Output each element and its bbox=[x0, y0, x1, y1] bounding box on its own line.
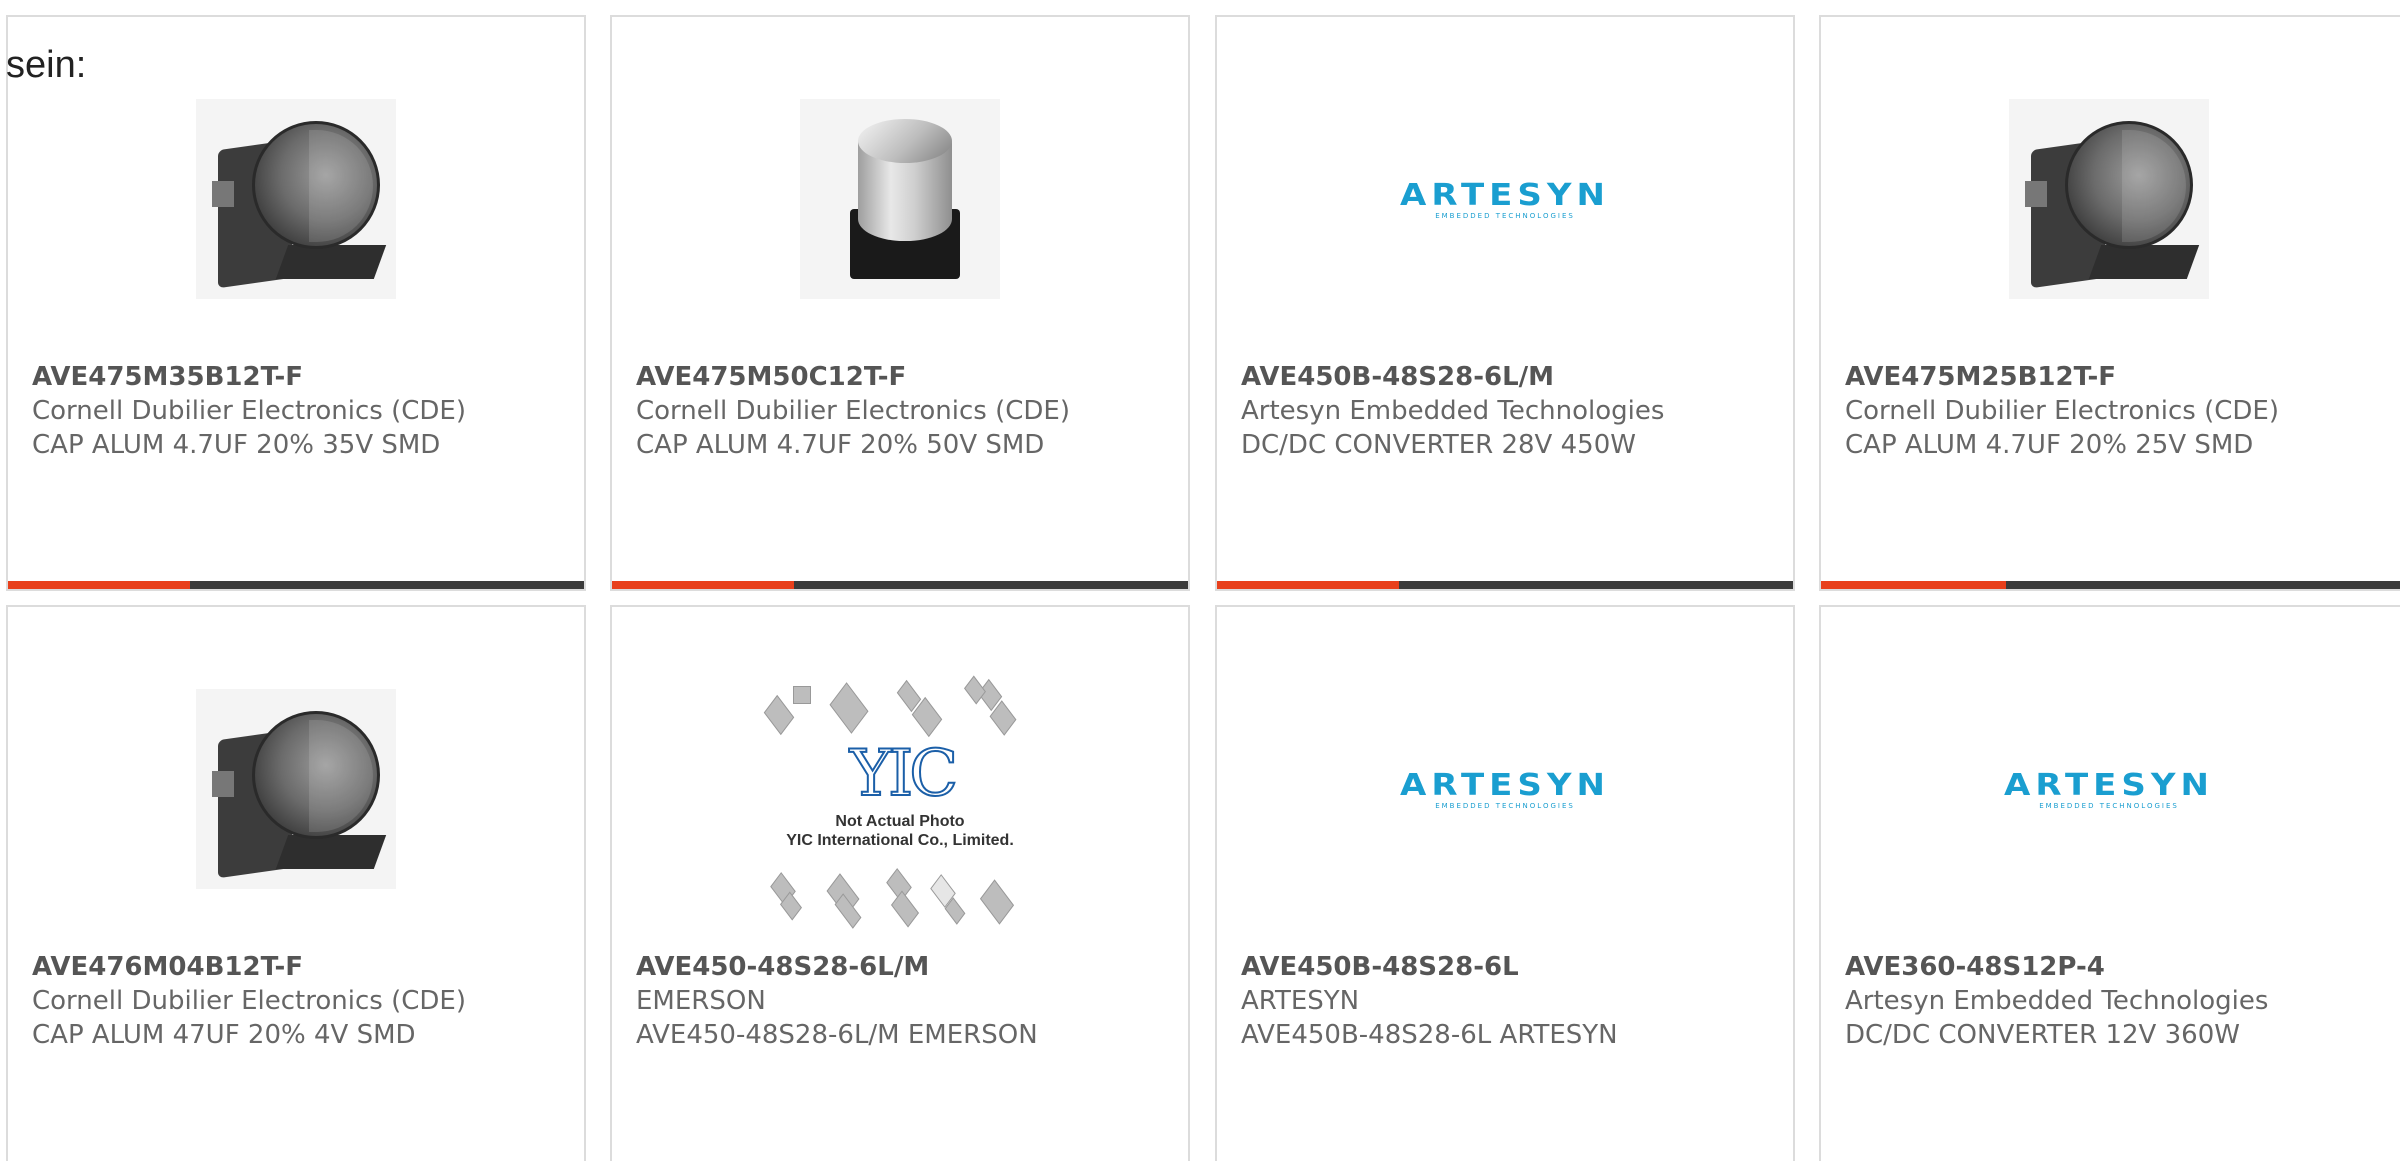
smd-capacitor-silver-image bbox=[800, 99, 1000, 299]
artesyn-logo: ARTESYN EMBEDDED TECHNOLOGIES bbox=[2004, 768, 2214, 810]
product-description: AVE450-48S28-6L/M EMERSON bbox=[636, 1020, 1038, 1050]
artesyn-logo-word: ARTESYN bbox=[1400, 767, 1610, 803]
product-card[interactable]: AVE476M04B12T-F Cornell Dubilier Electro… bbox=[6, 605, 586, 1161]
artesyn-logo: ARTESYN EMBEDDED TECHNOLOGIES bbox=[1400, 178, 1610, 220]
product-image[interactable] bbox=[1821, 79, 2397, 319]
product-card[interactable]: YIC Not Actual Photo YIC International C… bbox=[610, 605, 1190, 1161]
product-manufacturer: EMERSON bbox=[636, 986, 766, 1016]
product-image[interactable]: ARTESYN EMBEDDED TECHNOLOGIES bbox=[1217, 669, 1793, 909]
yic-placeholder-image: YIC Not Actual Photo YIC International C… bbox=[755, 675, 1045, 929]
card-progress-accent bbox=[612, 581, 795, 589]
artesyn-logo-tagline: EMBEDDED TECHNOLOGIES bbox=[1435, 802, 1575, 810]
card-progress-bar bbox=[612, 581, 1188, 589]
page: { "intro_text": "sein:", "colors": { "ac… bbox=[0, 0, 2400, 1161]
product-manufacturer: Cornell Dubilier Electronics (CDE) bbox=[32, 986, 466, 1016]
product-image[interactable]: YIC Not Actual Photo YIC International C… bbox=[612, 675, 1188, 929]
product-image[interactable] bbox=[612, 79, 1188, 319]
card-progress-accent bbox=[1217, 581, 1400, 589]
artesyn-logo: ARTESYN EMBEDDED TECHNOLOGIES bbox=[1400, 768, 1610, 810]
product-part-number[interactable]: AVE450B-48S28-6L/M bbox=[1241, 360, 1781, 394]
product-card[interactable]: AVE475M25B12T-F Cornell Dubilier Electro… bbox=[1819, 15, 2400, 591]
product-manufacturer: Cornell Dubilier Electronics (CDE) bbox=[636, 396, 1070, 426]
product-card[interactable]: AVE475M50C12T-F Cornell Dubilier Electro… bbox=[610, 15, 1190, 591]
product-manufacturer: ARTESYN bbox=[1241, 986, 1360, 1016]
placeholder-caption: Not Actual Photo bbox=[835, 813, 965, 830]
product-part-number[interactable]: AVE475M35B12T-F bbox=[32, 360, 572, 394]
product-manufacturer: Artesyn Embedded Technologies bbox=[1845, 986, 2269, 1016]
product-description: DC/DC CONVERTER 12V 360W bbox=[1845, 1020, 2240, 1050]
artesyn-logo-word: ARTESYN bbox=[2004, 767, 2214, 803]
product-image[interactable] bbox=[8, 79, 584, 319]
product-part-number[interactable]: AVE450-48S28-6L/M bbox=[636, 950, 1176, 984]
product-part-number[interactable]: AVE475M50C12T-F bbox=[636, 360, 1176, 394]
product-image[interactable]: ARTESYN EMBEDDED TECHNOLOGIES bbox=[1217, 79, 1793, 319]
product-image[interactable]: ARTESYN EMBEDDED TECHNOLOGIES bbox=[1821, 669, 2397, 909]
product-part-number[interactable]: AVE475M25B12T-F bbox=[1845, 360, 2395, 394]
product-description: CAP ALUM 4.7UF 20% 50V SMD bbox=[636, 430, 1045, 460]
product-description: CAP ALUM 4.7UF 20% 35V SMD bbox=[32, 430, 441, 460]
smd-capacitor-dark-image bbox=[196, 99, 396, 299]
product-description: CAP ALUM 47UF 20% 4V SMD bbox=[32, 1020, 416, 1050]
card-progress-accent bbox=[1821, 581, 2007, 589]
artesyn-logo-tagline: EMBEDDED TECHNOLOGIES bbox=[2039, 802, 2179, 810]
card-progress-bar bbox=[8, 581, 584, 589]
product-image[interactable] bbox=[8, 669, 584, 909]
product-manufacturer: Artesyn Embedded Technologies bbox=[1241, 396, 1665, 426]
artesyn-logo-word: ARTESYN bbox=[1400, 177, 1610, 213]
smd-capacitor-dark-image bbox=[196, 689, 396, 889]
card-progress-accent bbox=[8, 581, 191, 589]
yic-logo: YIC bbox=[849, 736, 960, 812]
intro-text: sein: bbox=[6, 44, 87, 86]
product-part-number[interactable]: AVE360-48S12P-4 bbox=[1845, 950, 2395, 984]
product-manufacturer: Cornell Dubilier Electronics (CDE) bbox=[32, 396, 466, 426]
product-card[interactable]: ARTESYN EMBEDDED TECHNOLOGIES AVE450B-48… bbox=[1215, 605, 1795, 1161]
placeholder-company: YIC International Co., Limited. bbox=[786, 832, 1014, 849]
product-description: AVE450B-48S28-6L ARTESYN bbox=[1241, 1020, 1618, 1050]
product-part-number[interactable]: AVE476M04B12T-F bbox=[32, 950, 572, 984]
product-manufacturer: Cornell Dubilier Electronics (CDE) bbox=[1845, 396, 2279, 426]
smd-capacitor-dark-image bbox=[2009, 99, 2209, 299]
product-description: DC/DC CONVERTER 28V 450W bbox=[1241, 430, 1636, 460]
card-progress-bar bbox=[1217, 581, 1793, 589]
product-card[interactable]: AVE475M35B12T-F Cornell Dubilier Electro… bbox=[6, 15, 586, 591]
product-card[interactable]: ARTESYN EMBEDDED TECHNOLOGIES AVE360-48S… bbox=[1819, 605, 2400, 1161]
card-progress-bar bbox=[1821, 581, 2400, 589]
artesyn-logo-tagline: EMBEDDED TECHNOLOGIES bbox=[1435, 212, 1575, 220]
product-description: CAP ALUM 4.7UF 20% 25V SMD bbox=[1845, 430, 2254, 460]
product-part-number[interactable]: AVE450B-48S28-6L bbox=[1241, 950, 1781, 984]
product-card[interactable]: ARTESYN EMBEDDED TECHNOLOGIES AVE450B-48… bbox=[1215, 15, 1795, 591]
product-grid: AVE475M35B12T-F Cornell Dubilier Electro… bbox=[0, 0, 2400, 1161]
